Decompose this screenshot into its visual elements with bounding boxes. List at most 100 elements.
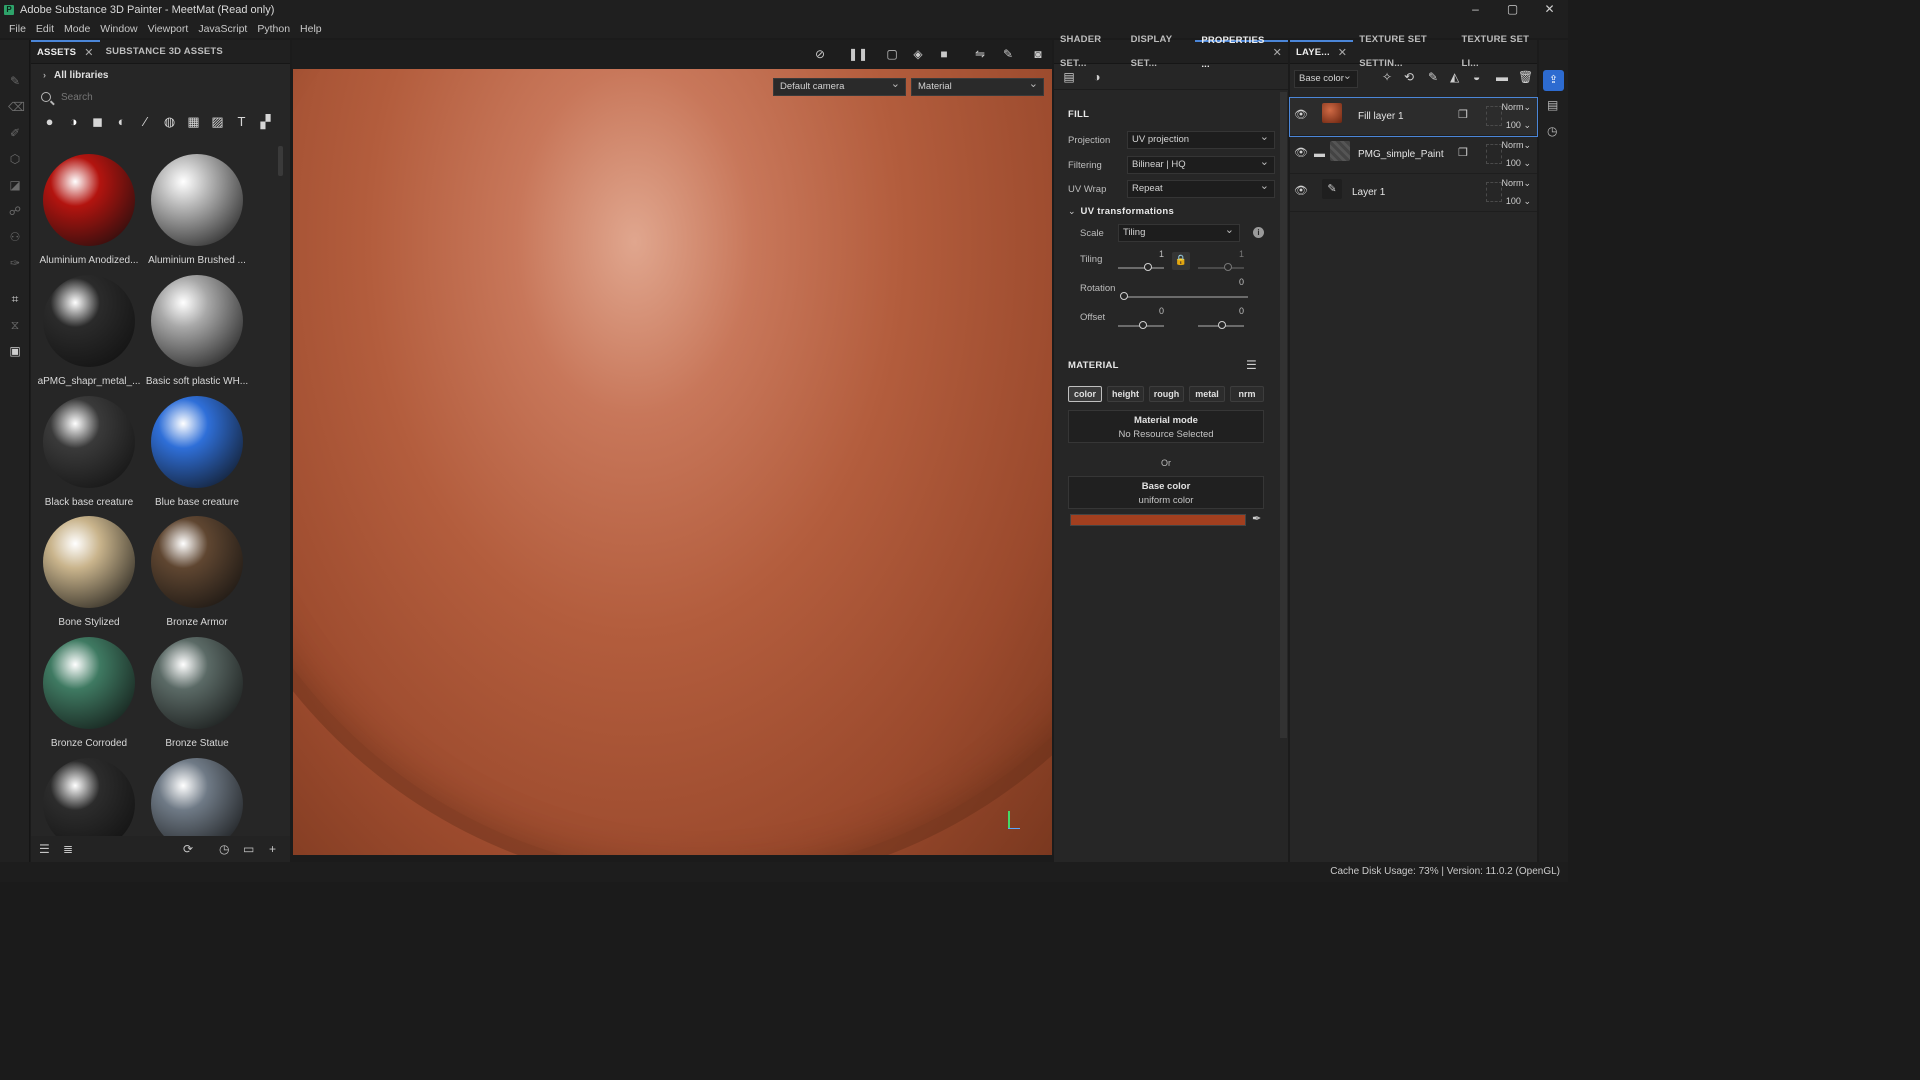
tiling-knob-2[interactable] (1224, 263, 1232, 271)
list-view-icon[interactable]: ☰ (39, 842, 50, 856)
new-window-icon[interactable]: ▭ (243, 842, 254, 856)
channel-color-button[interactable]: color (1068, 386, 1102, 402)
projection-select[interactable]: UV projection (1127, 129, 1275, 149)
copy-icon[interactable]: ❐ (1458, 108, 1470, 122)
channel-metal-button[interactable]: metal (1189, 386, 1225, 402)
hide-overlay-icon[interactable]: ⊘ (812, 46, 828, 62)
mask-slot[interactable] (1486, 144, 1502, 164)
generators-filter-icon[interactable]: ◐ (114, 114, 129, 129)
asset-item[interactable]: aPMG_shapr_metal_... (35, 275, 143, 393)
menu-edit[interactable]: Edit (36, 23, 54, 35)
materials-filter-icon[interactable]: ● (42, 114, 57, 129)
tab-texture-set-list[interactable]: TEXTURE SET LI... (1455, 34, 1537, 69)
eyedropper-icon[interactable]: ✒ (1252, 512, 1261, 525)
offset-knob-1[interactable] (1139, 321, 1147, 329)
close-icon[interactable]: ✕ (1338, 41, 1347, 65)
channel-height-button[interactable]: height (1107, 386, 1144, 402)
screenshot-icon[interactable]: ◙ (1030, 46, 1046, 62)
restore-button[interactable]: ▢ (1494, 0, 1531, 19)
opacity-value[interactable]: 100 ⌄ (1506, 158, 1531, 169)
asset-item[interactable]: Black base creature (35, 396, 143, 514)
smudge-tool-icon[interactable]: ☍ (8, 204, 22, 218)
tiling-slider-1[interactable] (1118, 267, 1164, 269)
particles-filter-icon[interactable]: ◍ (162, 114, 177, 129)
delete-icon[interactable]: 🗑 (1518, 70, 1533, 84)
environments-filter-icon[interactable]: ▨ (210, 114, 225, 129)
uv-transformations-header[interactable]: ⌄ UV transformations (1068, 206, 1174, 217)
polygon-fill-icon[interactable]: ⬡ (8, 152, 22, 166)
offset-knob-2[interactable] (1218, 321, 1226, 329)
paint-layer-icon[interactable]: ✎ (1428, 70, 1438, 84)
view-cube-icon[interactable]: ◈ (910, 46, 926, 62)
menu-file[interactable]: File (9, 23, 26, 35)
bake-tool-icon[interactable]: ▣ (8, 344, 22, 358)
rotation-knob[interactable] (1120, 292, 1128, 300)
picker-tool-icon[interactable]: ✑ (8, 256, 22, 270)
refresh-icon[interactable]: ⟳ (183, 842, 193, 856)
3d-viewport[interactable]: Default camera Material (293, 69, 1052, 855)
geometry-mask-icon[interactable]: ◪ (8, 178, 22, 192)
measure-tool-icon[interactable]: ⧖ (8, 318, 22, 332)
add-icon[interactable]: + (269, 842, 276, 856)
grid-view-icon[interactable]: ▞ (258, 114, 273, 129)
visibility-icon[interactable]: 👁 (1294, 110, 1308, 121)
base-color-swatch[interactable] (1070, 514, 1246, 526)
text-filter-icon[interactable]: T (234, 114, 249, 129)
asset-item[interactable]: Aluminium Anodized... (35, 154, 143, 272)
layer-row[interactable]: 👁 Fill layer 1 ❐ Norm⌄ 100 ⌄ (1289, 97, 1538, 137)
asset-item[interactable]: Bone Stylized (35, 516, 143, 634)
filtering-select[interactable]: Bilinear | HQ (1127, 154, 1275, 174)
masks-filter-icon[interactable]: ◼ (90, 114, 105, 129)
opacity-value[interactable]: 100 ⌄ (1506, 196, 1531, 207)
frame-icon[interactable]: ▢ (884, 46, 900, 62)
asset-item[interactable]: Bronze Statue (143, 637, 251, 755)
properties-dock-icon[interactable]: ▤ (1547, 98, 1558, 112)
menu-icon[interactable]: ☰ (1246, 358, 1257, 372)
history-icon[interactable]: ◷ (1547, 124, 1557, 138)
clone-tool-icon[interactable]: ⚇ (8, 230, 22, 244)
tab-assets[interactable]: ASSETS ✕ (31, 39, 100, 64)
close-icon[interactable]: ✕ (1273, 41, 1282, 65)
export-icon[interactable]: ⇪ (1543, 70, 1564, 91)
asset-item[interactable]: Basic soft plastic WH... (143, 275, 251, 393)
paint-mode-icon[interactable]: ✎ (1000, 46, 1016, 62)
opacity-value[interactable]: 100 ⌄ (1506, 120, 1531, 131)
layer-row[interactable]: 👁 ▬ PMG_simple_Paint ❐ Norm⌄ 100 ⌄ (1290, 136, 1537, 174)
search-input[interactable] (61, 91, 261, 103)
assets-scrollbar[interactable] (278, 146, 283, 176)
asset-item[interactable]: Blue base creature (143, 396, 251, 514)
brush-tool-icon[interactable]: ✎ (8, 74, 22, 88)
menu-window[interactable]: Window (100, 23, 137, 35)
properties-scrollbar[interactable] (1280, 92, 1287, 738)
tab-display-settings[interactable]: DISPLAY SET... (1125, 34, 1196, 69)
history-icon[interactable]: ◷ (219, 842, 229, 856)
symmetry-icon[interactable]: ⇋ (972, 46, 988, 62)
mask-slot[interactable] (1486, 106, 1502, 126)
folder-icon[interactable]: ▬ (1496, 70, 1508, 84)
tab-substance-assets[interactable]: SUBSTANCE 3D ASSETS (100, 40, 229, 64)
camera-select[interactable]: Default camera (773, 76, 906, 96)
uvwrap-select[interactable]: Repeat (1127, 178, 1275, 198)
blend-mode-select[interactable]: Norm⌄ (1501, 178, 1531, 189)
lock-icon[interactable]: 🔒 (1172, 252, 1190, 270)
asset-item[interactable]: Aluminium Brushed ... (143, 154, 251, 272)
menu-python[interactable]: Python (257, 23, 290, 35)
tab-shader-settings[interactable]: SHADER SET... (1054, 34, 1125, 69)
close-button[interactable]: ✕ (1531, 0, 1568, 19)
material-mode-box[interactable]: Material mode No Resource Selected (1068, 410, 1264, 443)
mask-icon[interactable]: ⟲ (1404, 70, 1414, 84)
details-view-icon[interactable]: ≣ (63, 842, 73, 856)
rotation-slider[interactable] (1124, 296, 1248, 298)
copy-icon[interactable]: ❐ (1458, 146, 1470, 160)
minimize-button[interactable]: – (1457, 0, 1494, 19)
fill-properties-icon[interactable]: ▤ (1062, 70, 1076, 84)
tab-layers[interactable]: LAYE... ✕ (1290, 39, 1354, 65)
channel-nrm-button[interactable]: nrm (1230, 386, 1264, 402)
smart-mask-icon[interactable]: ◒ (1473, 70, 1480, 84)
blend-mode-select[interactable]: Norm⌄ (1501, 102, 1531, 113)
render-mode-select[interactable]: Material (911, 76, 1044, 96)
blend-mode-select[interactable]: Norm⌄ (1501, 140, 1531, 151)
scale-select[interactable]: Tiling (1118, 222, 1240, 242)
menu-viewport[interactable]: Viewport (148, 23, 189, 35)
visibility-icon[interactable]: 👁 (1294, 186, 1308, 197)
